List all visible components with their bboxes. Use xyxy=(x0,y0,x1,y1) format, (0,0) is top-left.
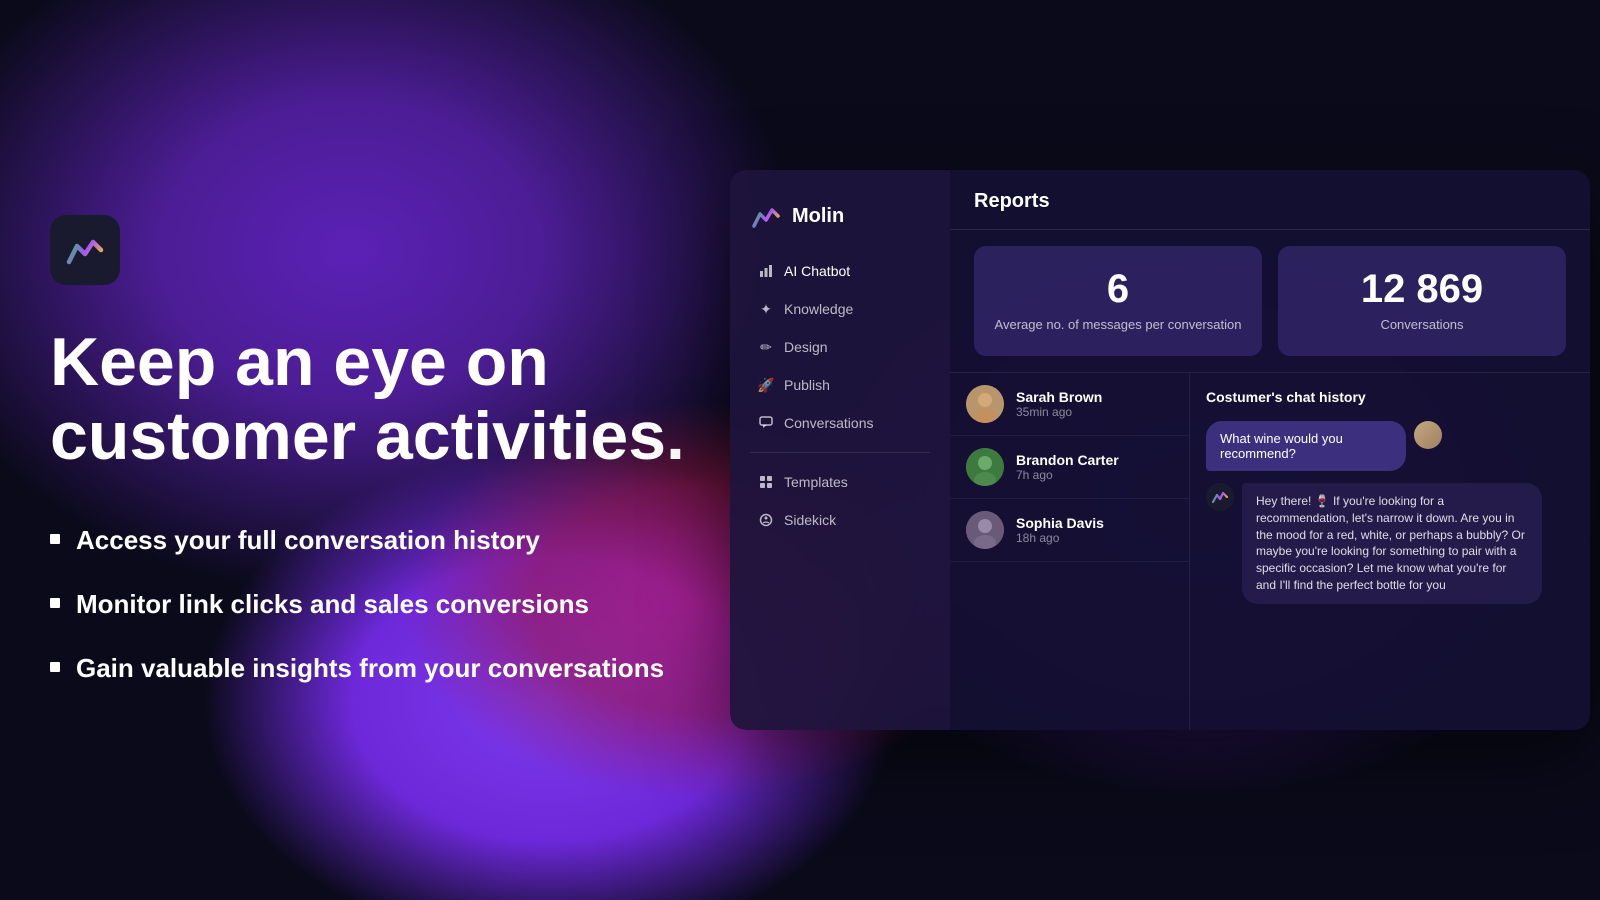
sidekick-icon xyxy=(758,512,774,528)
conversations-icon xyxy=(758,415,774,431)
avatar-brandon-image xyxy=(966,448,1004,486)
stat-label-conversations: Conversations xyxy=(1380,317,1463,334)
stats-row: 6 Average no. of messages per conversati… xyxy=(950,230,1590,372)
sidebar-label-aichatbot: AI Chatbot xyxy=(784,263,850,279)
chat-history-panel: Costumer's chat history What wine would … xyxy=(1190,373,1590,730)
right-section: Molin AI Chatbot ✦ Knowledge ✏ Design xyxy=(730,170,1590,730)
bot-bubble-1: Hey there! 🍷 If you're looking for a rec… xyxy=(1242,483,1542,604)
main-layout: Keep an eye on customer activities. Acce… xyxy=(0,0,1600,900)
sidebar-item-aichatbot[interactable]: AI Chatbot xyxy=(738,253,942,289)
conv-info-sarah: Sarah Brown 35min ago xyxy=(1016,389,1173,419)
left-section: Keep an eye on customer activities. Acce… xyxy=(50,215,730,686)
chat-history-title: Costumer's chat history xyxy=(1206,389,1574,405)
reports-title: Reports xyxy=(974,190,1050,212)
sidebar-divider xyxy=(750,452,930,453)
bullet-icon-3 xyxy=(50,662,60,672)
conv-info-brandon: Brandon Carter 7h ago xyxy=(1016,452,1173,482)
conv-time-brandon: 7h ago xyxy=(1016,468,1173,482)
conv-info-sophia: Sophia Davis 18h ago xyxy=(1016,515,1173,545)
conv-name-brandon: Brandon Carter xyxy=(1016,452,1173,468)
sidebar-item-publish[interactable]: 🚀 Publish xyxy=(738,367,942,403)
stat-card-conversations: 12 869 Conversations xyxy=(1278,246,1566,356)
app-logo xyxy=(63,228,107,272)
sidebar-brand-label: Molin xyxy=(792,205,844,228)
sidebar-label-templates: Templates xyxy=(784,474,848,490)
feature-item-3: Gain valuable insights from your convers… xyxy=(50,652,690,686)
sidebar-item-templates[interactable]: Templates xyxy=(738,464,942,500)
avatar-sophia xyxy=(966,511,1004,549)
bot-message-1: Hey there! 🍷 If you're looking for a rec… xyxy=(1206,483,1574,604)
main-headline: Keep an eye on customer activities. xyxy=(50,325,690,475)
reports-header: Reports xyxy=(950,170,1590,230)
avatar-sophia-image xyxy=(966,511,1004,549)
bullet-icon-2 xyxy=(50,598,60,608)
sidebar-item-conversations[interactable]: Conversations xyxy=(738,405,942,441)
conversation-item-sophia[interactable]: Sophia Davis 18h ago xyxy=(950,499,1189,562)
sidebar-label-publish: Publish xyxy=(784,377,830,393)
sidebar-logo-icon xyxy=(750,200,782,232)
stat-card-messages: 6 Average no. of messages per conversati… xyxy=(974,246,1262,356)
feature-item-1: Access your full conversation history xyxy=(50,524,690,558)
sidebar-item-sidekick[interactable]: Sidekick xyxy=(738,502,942,538)
logo-box xyxy=(50,215,120,285)
bullet-icon xyxy=(50,534,60,544)
avatar-sarah-image xyxy=(966,385,1004,423)
bot-avatar xyxy=(1206,483,1234,511)
conversation-item-brandon[interactable]: Brandon Carter 7h ago xyxy=(950,436,1189,499)
publish-icon: 🚀 xyxy=(758,377,774,393)
sidebar-label-design: Design xyxy=(784,339,828,355)
knowledge-icon: ✦ xyxy=(758,301,774,317)
conversations-list: Sarah Brown 35min ago xyxy=(950,373,1190,730)
sidebar-label-knowledge: Knowledge xyxy=(784,301,853,317)
bot-logo-icon xyxy=(1211,488,1229,506)
user-avatar-small xyxy=(1414,421,1442,449)
bottom-section: Sarah Brown 35min ago xyxy=(950,372,1590,730)
ui-mockup: Molin AI Chatbot ✦ Knowledge ✏ Design xyxy=(730,170,1590,730)
feature-text-2: Monitor link clicks and sales conversion… xyxy=(76,588,589,622)
feature-text-1: Access your full conversation history xyxy=(76,524,540,558)
sidebar-header: Molin xyxy=(730,190,950,252)
feature-text-3: Gain valuable insights from your convers… xyxy=(76,652,664,686)
stat-label-messages: Average no. of messages per conversation xyxy=(995,317,1242,334)
conv-time-sophia: 18h ago xyxy=(1016,531,1173,545)
avatar-sarah xyxy=(966,385,1004,423)
conv-name-sarah: Sarah Brown xyxy=(1016,389,1173,405)
sidebar-label-conversations: Conversations xyxy=(784,415,874,431)
sidebar-item-knowledge[interactable]: ✦ Knowledge xyxy=(738,291,942,327)
features-list: Access your full conversation history Mo… xyxy=(50,524,690,685)
stat-number-conversations: 12 869 xyxy=(1361,269,1483,309)
logo-container xyxy=(50,215,690,285)
conversation-item-sarah[interactable]: Sarah Brown 35min ago xyxy=(950,373,1189,436)
templates-icon xyxy=(758,474,774,490)
main-panel: Reports 6 Average no. of messages per co… xyxy=(950,170,1590,730)
user-message-1: What wine would you recommend? xyxy=(1206,421,1574,471)
conv-name-sophia: Sophia Davis xyxy=(1016,515,1173,531)
sidebar-label-sidekick: Sidekick xyxy=(784,512,836,528)
avatar-brandon xyxy=(966,448,1004,486)
stat-number-messages: 6 xyxy=(1107,269,1129,309)
conv-time-sarah: 35min ago xyxy=(1016,405,1173,419)
sidebar: Molin AI Chatbot ✦ Knowledge ✏ Design xyxy=(730,170,950,730)
sidebar-item-design[interactable]: ✏ Design xyxy=(738,329,942,365)
feature-item-2: Monitor link clicks and sales conversion… xyxy=(50,588,690,622)
user-bubble-1: What wine would you recommend? xyxy=(1206,421,1406,471)
barchart-icon xyxy=(758,263,774,279)
design-icon: ✏ xyxy=(758,339,774,355)
chat-messages: What wine would you recommend? xyxy=(1206,421,1574,604)
